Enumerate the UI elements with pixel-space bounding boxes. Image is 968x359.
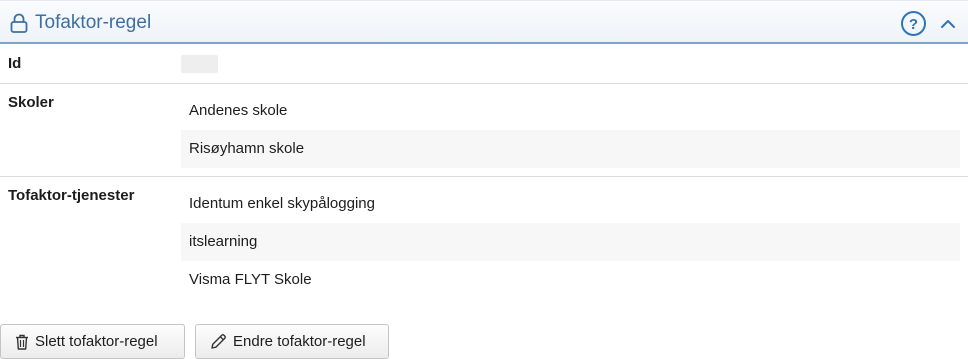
school-item: Andenes skole: [189, 102, 288, 119]
id-value: [181, 55, 218, 73]
pencil-icon: [211, 334, 226, 349]
lock-icon: [10, 13, 28, 33]
chevron-up-icon[interactable]: [938, 14, 958, 34]
school-item: Risøyhamn skole: [181, 130, 960, 168]
panel-title: Tofaktor-regel: [35, 12, 152, 33]
service-item: itslearning: [181, 223, 960, 261]
svg-text:?: ?: [909, 16, 918, 33]
delete-rule-label: Slett tofaktor-regel: [35, 333, 158, 350]
help-circle-icon[interactable]: ?: [900, 10, 927, 37]
id-label: Id: [8, 55, 22, 72]
divider: [0, 83, 968, 84]
edit-rule-button[interactable]: Endre tofaktor-regel: [195, 324, 389, 359]
service-item: Visma FLYT Skole: [189, 271, 312, 288]
trash-icon: [16, 334, 28, 350]
services-label: Tofaktor-tjenester: [8, 187, 135, 204]
edit-rule-label: Endre tofaktor-regel: [233, 333, 366, 350]
divider: [0, 176, 968, 177]
service-item: Identum enkel skypålogging: [189, 195, 375, 212]
schools-label: Skoler: [8, 94, 54, 111]
panel-header: Tofaktor-regel ?: [0, 0, 968, 44]
delete-rule-button[interactable]: Slett tofaktor-regel: [0, 324, 185, 359]
